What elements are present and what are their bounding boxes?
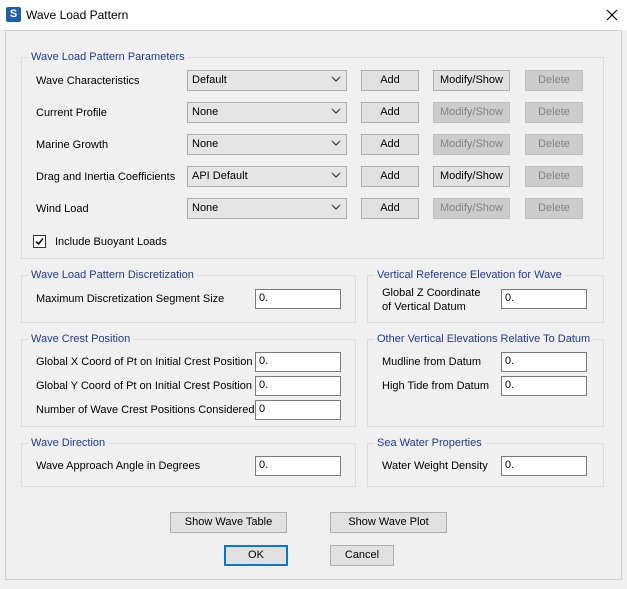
direction-legend: Wave Direction (28, 437, 109, 449)
current-profile-delete-button[interactable]: Delete (525, 102, 583, 123)
show-wave-plot-button[interactable]: Show Wave Plot (330, 512, 447, 533)
title-bar: S Wave Load Pattern (0, 0, 627, 30)
params-legend: Wave Load Pattern Parameters (28, 51, 188, 63)
discretization-input[interactable]: 0. (255, 289, 341, 309)
hightide-label: High Tide from Datum (382, 380, 489, 392)
crest-y-input[interactable]: 0. (255, 376, 341, 396)
chevron-down-icon (331, 172, 341, 178)
current-profile-modify-button[interactable]: Modify/Show (433, 102, 510, 123)
wave-characteristics-modify-button[interactable]: Modify/Show (433, 70, 510, 91)
crest-count-input[interactable]: 0 (255, 400, 341, 420)
marine-growth-value: None (192, 138, 219, 150)
crest-legend: Wave Crest Position (28, 333, 134, 345)
app-logo-icon: S (6, 7, 21, 22)
hightide-input[interactable]: 0. (501, 376, 587, 396)
current-profile-label: Current Profile (36, 107, 107, 119)
current-profile-value: None (192, 106, 219, 118)
drag-inertia-value: API Default (192, 170, 248, 182)
mudline-input[interactable]: 0. (501, 352, 587, 372)
vertical-ref-legend: Vertical Reference Elevation for Wave (374, 269, 565, 281)
drag-inertia-label: Drag and Inertia Coefficients (36, 171, 176, 183)
chevron-down-icon (331, 204, 341, 210)
wave-characteristics-delete-button[interactable]: Delete (525, 70, 583, 91)
wind-load-add-button[interactable]: Add (361, 198, 419, 219)
drag-inertia-select[interactable]: API Default (187, 166, 347, 187)
crest-x-input[interactable]: 0. (255, 352, 341, 372)
wind-load-delete-button[interactable]: Delete (525, 198, 583, 219)
current-profile-select[interactable]: None (187, 102, 347, 123)
drag-inertia-delete-button[interactable]: Delete (525, 166, 583, 187)
crest-y-label: Global Y Coord of Pt on Initial Crest Po… (36, 380, 253, 392)
window-title: Wave Load Pattern (26, 8, 129, 22)
ok-button[interactable]: OK (224, 545, 288, 566)
drag-inertia-modify-button[interactable]: Modify/Show (433, 166, 510, 187)
wind-load-label: Wind Load (36, 203, 89, 215)
current-profile-add-button[interactable]: Add (361, 102, 419, 123)
cancel-button[interactable]: Cancel (330, 545, 394, 566)
wind-load-select[interactable]: None (187, 198, 347, 219)
marine-growth-label: Marine Growth (36, 139, 109, 151)
marine-growth-modify-button[interactable]: Modify/Show (433, 134, 510, 155)
discretization-legend: Wave Load Pattern Discretization (28, 269, 197, 281)
direction-label: Wave Approach Angle in Degrees (36, 460, 201, 472)
buoyant-label: Include Buoyant Loads (55, 236, 167, 248)
close-icon (606, 9, 618, 21)
vertical-ref-label-1: Global Z Coordinate (382, 287, 481, 299)
chevron-down-icon (331, 108, 341, 114)
crest-x-label: Global X Coord of Pt on Initial Crest Po… (36, 356, 253, 368)
discretization-label: Maximum Discretization Segment Size (36, 293, 225, 305)
vertical-ref-label-2: of Vertical Datum (382, 301, 466, 313)
chevron-down-icon (331, 76, 341, 82)
crest-count-label: Number of Wave Crest Positions Considere… (36, 404, 255, 416)
show-wave-table-button[interactable]: Show Wave Table (170, 512, 287, 533)
marine-growth-add-button[interactable]: Add (361, 134, 419, 155)
water-density-label: Water Weight Density (382, 460, 488, 472)
wind-load-modify-button[interactable]: Modify/Show (433, 198, 510, 219)
wave-characteristics-value: Default (192, 74, 227, 86)
direction-input[interactable]: 0. (255, 456, 341, 476)
wave-characteristics-add-button[interactable]: Add (361, 70, 419, 91)
close-button[interactable] (597, 0, 627, 30)
marine-growth-select[interactable]: None (187, 134, 347, 155)
sea-water-legend: Sea Water Properties (374, 437, 485, 449)
water-density-input[interactable]: 0. (501, 456, 587, 476)
other-elev-legend: Other Vertical Elevations Relative To Da… (374, 333, 594, 345)
wave-characteristics-label: Wave Characteristics (36, 75, 140, 87)
checkmark-icon (35, 238, 44, 246)
buoyant-checkbox[interactable] (33, 235, 46, 248)
vertical-datum-input[interactable]: 0. (501, 289, 587, 309)
mudline-label: Mudline from Datum (382, 356, 482, 368)
marine-growth-delete-button[interactable]: Delete (525, 134, 583, 155)
chevron-down-icon (331, 140, 341, 146)
wind-load-value: None (192, 202, 219, 214)
wave-characteristics-select[interactable]: Default (187, 70, 347, 91)
drag-inertia-add-button[interactable]: Add (361, 166, 419, 187)
